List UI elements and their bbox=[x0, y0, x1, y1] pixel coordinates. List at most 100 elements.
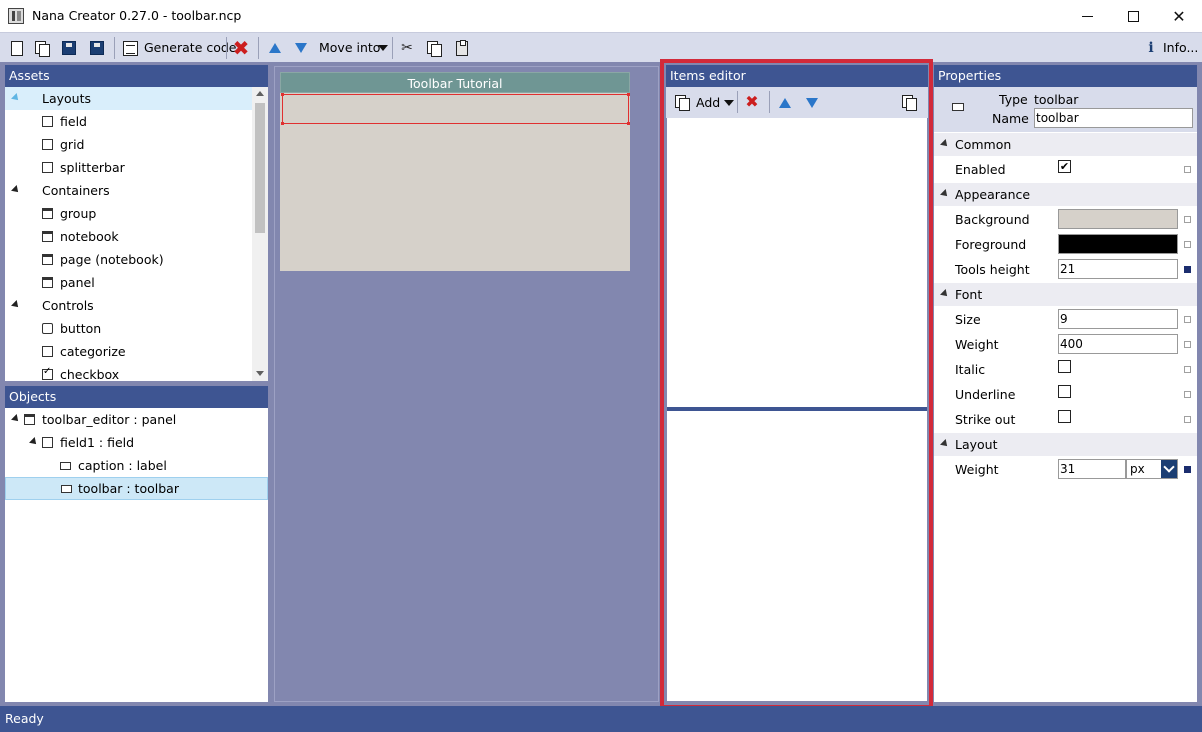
tree-group-controls[interactable]: Controls bbox=[5, 294, 268, 317]
prop-background: Background bbox=[934, 207, 1197, 232]
expand-icon[interactable] bbox=[11, 414, 21, 424]
tree-item-splitterbar[interactable]: splitterbar bbox=[5, 156, 268, 179]
expand-icon[interactable] bbox=[11, 185, 21, 195]
weight-unit-select[interactable]: px bbox=[1126, 459, 1178, 479]
strike-out-checkbox[interactable] bbox=[1058, 410, 1071, 423]
objects-header: Objects bbox=[5, 386, 268, 408]
prop-italic: Italic bbox=[934, 357, 1197, 382]
collapse-icon[interactable] bbox=[940, 439, 950, 449]
expand-icon[interactable] bbox=[11, 300, 21, 310]
object-item-toolbar[interactable]: toolbar : toolbar bbox=[5, 477, 268, 500]
cut-button[interactable]: ✂ bbox=[398, 39, 416, 57]
notebook-icon bbox=[42, 231, 53, 242]
tree-item-group[interactable]: group bbox=[5, 202, 268, 225]
collapse-icon[interactable] bbox=[940, 289, 950, 299]
resize-handle[interactable] bbox=[627, 122, 630, 125]
save-as-button[interactable] bbox=[88, 39, 106, 57]
highlight-frame bbox=[660, 59, 933, 709]
chevron-down-icon[interactable] bbox=[1161, 460, 1177, 478]
object-item-toolbar-editor[interactable]: toolbar_editor : panel bbox=[5, 408, 268, 431]
new-project-button[interactable] bbox=[8, 39, 26, 57]
resize-handle[interactable] bbox=[281, 93, 284, 96]
save-button[interactable] bbox=[60, 39, 78, 57]
prop-label: Weight bbox=[955, 337, 999, 352]
form-caption[interactable]: Toolbar Tutorial bbox=[280, 72, 630, 93]
assets-scrollbar[interactable] bbox=[252, 87, 268, 381]
tools-height-input[interactable]: 21 bbox=[1058, 259, 1178, 279]
object-item-caption[interactable]: caption : label bbox=[5, 454, 268, 477]
open-project-button[interactable] bbox=[33, 39, 51, 57]
delete-button[interactable]: ✖ bbox=[232, 38, 250, 58]
prop-label: Foreground bbox=[955, 237, 1027, 252]
layout-weight-input[interactable]: 31 bbox=[1058, 459, 1126, 479]
tree-group-layouts[interactable]: Layouts bbox=[5, 87, 268, 110]
group-appearance[interactable]: Appearance bbox=[934, 183, 1197, 206]
tree-item-button[interactable]: button bbox=[5, 317, 268, 340]
object-item-field1[interactable]: field1 : field bbox=[5, 431, 268, 454]
move-up-icon bbox=[269, 43, 281, 53]
move-up-button[interactable] bbox=[266, 39, 284, 57]
font-size-input[interactable]: 9 bbox=[1058, 309, 1178, 329]
move-into-button[interactable]: Move into bbox=[319, 40, 380, 55]
window-title: Nana Creator 0.27.0 - toolbar.ncp bbox=[32, 8, 242, 23]
assets-tree[interactable]: Layouts field grid splitterbar Container… bbox=[5, 87, 268, 381]
copy-icon bbox=[427, 41, 442, 57]
type-label: Type bbox=[999, 92, 1028, 107]
foreground-color-swatch[interactable] bbox=[1058, 234, 1178, 254]
font-weight-input[interactable]: 400 bbox=[1058, 334, 1178, 354]
prop-enabled: Enabled ✔ bbox=[934, 157, 1197, 182]
move-down-button[interactable] bbox=[292, 39, 310, 57]
group-common[interactable]: Common bbox=[934, 133, 1197, 156]
expand-icon[interactable] bbox=[29, 437, 39, 447]
chevron-down-icon bbox=[378, 45, 388, 51]
tree-label: button bbox=[60, 321, 102, 336]
tree-item-page[interactable]: page (notebook) bbox=[5, 248, 268, 271]
default-indicator bbox=[1184, 316, 1191, 323]
group-layout[interactable]: Layout bbox=[934, 433, 1197, 456]
prop-font-size: Size 9 bbox=[934, 307, 1197, 332]
tree-item-field[interactable]: field bbox=[5, 110, 268, 133]
toolbar-separator bbox=[114, 37, 115, 59]
info-icon-button[interactable]: i bbox=[1142, 39, 1160, 57]
generate-code-icon-button[interactable] bbox=[121, 39, 139, 57]
prop-font-weight: Weight 400 bbox=[934, 332, 1197, 357]
tree-label: panel bbox=[60, 275, 95, 290]
name-label: Name bbox=[992, 111, 1029, 126]
move-into-dropdown[interactable] bbox=[374, 39, 392, 57]
resize-handle[interactable] bbox=[281, 122, 284, 125]
scroll-down-icon[interactable] bbox=[256, 371, 264, 376]
scroll-thumb[interactable] bbox=[255, 103, 265, 233]
maximize-button[interactable] bbox=[1110, 0, 1156, 32]
tree-item-categorize[interactable]: categorize bbox=[5, 340, 268, 363]
generate-code-button[interactable]: Generate code bbox=[144, 40, 237, 55]
collapse-icon[interactable] bbox=[940, 139, 950, 149]
copy-button[interactable] bbox=[425, 39, 443, 57]
collapse-icon[interactable] bbox=[940, 189, 950, 199]
minimize-button[interactable] bbox=[1064, 0, 1110, 32]
close-button[interactable]: ✕ bbox=[1156, 0, 1202, 32]
enabled-checkbox[interactable]: ✔ bbox=[1058, 160, 1071, 173]
paste-button[interactable] bbox=[453, 39, 471, 57]
tree-label: caption : label bbox=[78, 458, 167, 473]
expand-icon[interactable] bbox=[11, 93, 21, 103]
tree-item-notebook[interactable]: notebook bbox=[5, 225, 268, 248]
tree-item-checkbox[interactable]: checkbox bbox=[5, 363, 268, 381]
tree-item-panel[interactable]: panel bbox=[5, 271, 268, 294]
prop-label: Size bbox=[955, 312, 981, 327]
objects-tree[interactable]: toolbar_editor : panel field1 : field ca… bbox=[5, 408, 268, 702]
name-input[interactable]: toolbar bbox=[1034, 108, 1193, 128]
italic-checkbox[interactable] bbox=[1058, 360, 1071, 373]
info-button[interactable]: Info... bbox=[1163, 40, 1198, 55]
tree-item-grid[interactable]: grid bbox=[5, 133, 268, 156]
scissors-icon: ✂ bbox=[401, 40, 413, 56]
resize-handle[interactable] bbox=[627, 93, 630, 96]
group-font[interactable]: Font bbox=[934, 283, 1197, 306]
tree-group-containers[interactable]: Containers bbox=[5, 179, 268, 202]
page-icon bbox=[42, 254, 53, 265]
background-color-swatch[interactable] bbox=[1058, 209, 1178, 229]
selected-toolbar-widget[interactable] bbox=[281, 93, 630, 125]
panel-icon bbox=[42, 277, 53, 288]
scroll-up-icon[interactable] bbox=[256, 91, 264, 96]
prop-label: Underline bbox=[955, 387, 1016, 402]
underline-checkbox[interactable] bbox=[1058, 385, 1071, 398]
